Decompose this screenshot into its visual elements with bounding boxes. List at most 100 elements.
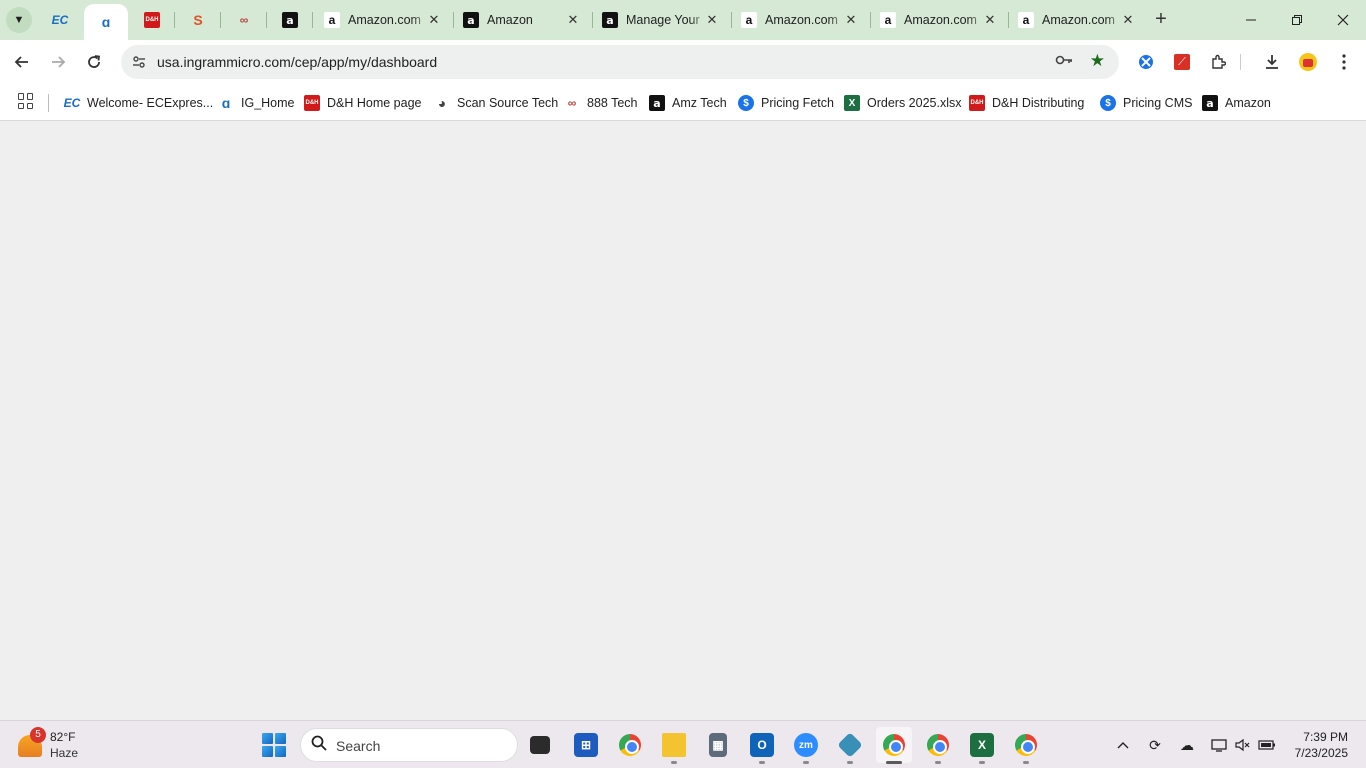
- tab-search-button[interactable]: ▼: [6, 7, 32, 33]
- forward-button[interactable]: [44, 48, 72, 76]
- apps-grid-icon[interactable]: [18, 93, 34, 109]
- bookmark-scan-source[interactable]: ◕ Scan Source Tech: [434, 92, 558, 114]
- amazon-smile-icon: a: [741, 12, 757, 28]
- bookmark-amz-tech[interactable]: a Amz Tech: [649, 92, 727, 114]
- bookmark-star-icon[interactable]: ★: [1090, 51, 1105, 71]
- close-icon[interactable]: ✕: [565, 12, 581, 28]
- volume-muted-icon[interactable]: [1233, 735, 1253, 755]
- address-bar[interactable]: usa.ingrammicro.com/cep/app/my/dashboard…: [121, 45, 1119, 79]
- reload-button[interactable]: [80, 48, 108, 76]
- diamond-app-icon: [837, 732, 863, 758]
- close-icon[interactable]: ✕: [426, 12, 442, 28]
- taskbar-app-outlook[interactable]: O: [744, 727, 780, 764]
- tab-title: Amazon: [487, 13, 533, 27]
- back-button[interactable]: [8, 48, 36, 76]
- sync-tray-icon[interactable]: ⟳: [1145, 735, 1165, 755]
- system-clock[interactable]: 7:39 PM 7/23/2025: [1290, 729, 1348, 761]
- bookmark-amazon[interactable]: a Amazon: [1202, 92, 1271, 114]
- browser-menu-icon[interactable]: [1332, 50, 1356, 74]
- ecexpress-icon: EC: [51, 13, 69, 27]
- taskbar-app-chrome-active[interactable]: [876, 727, 912, 764]
- close-icon[interactable]: ✕: [704, 12, 720, 28]
- weather-widget[interactable]: 5 82°F Haze: [16, 727, 106, 763]
- new-tab-button[interactable]: +: [1150, 8, 1172, 30]
- profile-avatar[interactable]: [1296, 50, 1320, 74]
- taskbar-app-file-explorer[interactable]: [656, 727, 692, 764]
- close-icon[interactable]: ✕: [1120, 12, 1136, 28]
- bookmark-ig-home[interactable]: ɑ IG_Home: [218, 92, 295, 114]
- bookmark-label: D&H Home page: [327, 96, 422, 110]
- weather-alert-badge: 5: [30, 727, 46, 743]
- downloads-icon[interactable]: [1260, 50, 1284, 74]
- taskbar-app-diamond[interactable]: [832, 727, 868, 764]
- extension-pdf-icon[interactable]: ⟋: [1170, 50, 1194, 74]
- tab-separator: [592, 12, 593, 28]
- excel-icon: X: [844, 95, 860, 111]
- bookmark-pricing-cms[interactable]: $ Pricing CMS: [1100, 92, 1192, 114]
- taskbar-app-chrome-1[interactable]: [612, 727, 648, 763]
- close-icon[interactable]: ✕: [843, 12, 859, 28]
- pinned-tab-dh[interactable]: D&H: [130, 4, 174, 36]
- tab-amazon-com-3[interactable]: a Amazon.com ✕: [872, 4, 1008, 36]
- onedrive-offline-icon[interactable]: ☁: [1177, 735, 1197, 755]
- chrome-icon: [883, 734, 905, 756]
- taskbar-app-store[interactable]: ⊞: [568, 727, 604, 763]
- minimize-button[interactable]: [1228, 0, 1274, 40]
- url-text[interactable]: usa.ingrammicro.com/cep/app/my/dashboard: [157, 54, 437, 70]
- pinned-tab-ecexpress[interactable]: EC: [38, 4, 82, 36]
- pinned-tab-ingram-micro[interactable]: ɑ: [84, 4, 128, 40]
- tray-overflow-chevron-icon[interactable]: [1113, 735, 1133, 755]
- tab-separator: [266, 12, 267, 28]
- tab-amazon-com-2[interactable]: a Amazon.com ✕: [733, 4, 869, 36]
- tab-amazon[interactable]: a Amazon ✕: [455, 4, 591, 36]
- bookmark-ecexpress[interactable]: EC Welcome- ECExpres...: [64, 92, 214, 114]
- taskbar-search[interactable]: Search: [300, 728, 518, 762]
- tab-manage-your[interactable]: a Manage Your ✕: [594, 4, 730, 36]
- battery-icon[interactable]: [1257, 735, 1277, 755]
- pinned-tab-amazon[interactable]: a: [268, 4, 312, 36]
- bookmarks-divider: [48, 94, 49, 112]
- tab-separator: [731, 12, 732, 28]
- extension-globe-icon[interactable]: [1134, 50, 1158, 74]
- clock-date: 7/23/2025: [1294, 746, 1348, 760]
- arrow-left-icon: [14, 56, 28, 68]
- tab-amazon-com-1[interactable]: a Amazon.com ✕: [316, 4, 452, 36]
- taskbar-app-chrome-3[interactable]: [1008, 727, 1044, 764]
- taskbar-app-excel[interactable]: X: [964, 727, 1000, 764]
- pinned-tab-888[interactable]: ∞: [222, 4, 266, 36]
- restore-button[interactable]: [1274, 0, 1320, 40]
- page-content: [0, 121, 1366, 720]
- bookmark-888-tech[interactable]: ∞ 888 Tech: [564, 92, 638, 114]
- close-window-button[interactable]: [1320, 0, 1366, 40]
- start-button[interactable]: [262, 733, 286, 757]
- network-icon[interactable]: [1209, 735, 1229, 755]
- bookmark-orders-xlsx[interactable]: X Orders 2025.xlsx: [844, 92, 961, 114]
- ingram-micro-icon: ɑ: [221, 95, 231, 111]
- store-icon: ⊞: [574, 733, 598, 757]
- tab-amazon-com-4[interactable]: a Amazon.com ✕: [1010, 4, 1146, 36]
- taskbar-app-chrome-2[interactable]: [920, 727, 956, 764]
- amazon-icon: a: [463, 12, 479, 28]
- 888-icon: ∞: [239, 13, 249, 27]
- amazon-smile-icon: a: [880, 12, 896, 28]
- bookmark-label: Pricing CMS: [1123, 96, 1193, 110]
- chevron-down-icon: ▼: [13, 14, 25, 26]
- extensions-puzzle-icon[interactable]: [1206, 50, 1230, 74]
- taskbar-app-calculator[interactable]: ▦: [700, 727, 736, 763]
- minimize-icon: [1246, 19, 1256, 21]
- windows-taskbar: 5 82°F Haze Search ⊞ ▦ O zm X ⟳ ☁ 7:39 P…: [0, 720, 1366, 768]
- pinned-tab-sync[interactable]: S: [176, 4, 220, 36]
- bookmark-pricing-fetch[interactable]: $ Pricing Fetch: [738, 92, 834, 114]
- bookmark-dh-home[interactable]: D&H D&H Home page: [304, 92, 422, 114]
- tab-title: Amazon.com: [904, 13, 977, 27]
- restore-icon: [1292, 15, 1302, 25]
- password-key-icon[interactable]: [1055, 53, 1073, 69]
- bookmark-dh-distributing[interactable]: D&H D&H Distributing: [969, 92, 1084, 114]
- bookmark-label: Amazon: [1225, 96, 1271, 110]
- taskbar-app-zoom[interactable]: zm: [788, 727, 824, 764]
- site-info-icon[interactable]: [129, 52, 149, 72]
- bookmark-label: Scan Source Tech: [457, 96, 559, 110]
- taskbar-app-task-view[interactable]: [522, 727, 558, 763]
- search-placeholder: Search: [336, 738, 381, 754]
- close-icon[interactable]: ✕: [982, 12, 998, 28]
